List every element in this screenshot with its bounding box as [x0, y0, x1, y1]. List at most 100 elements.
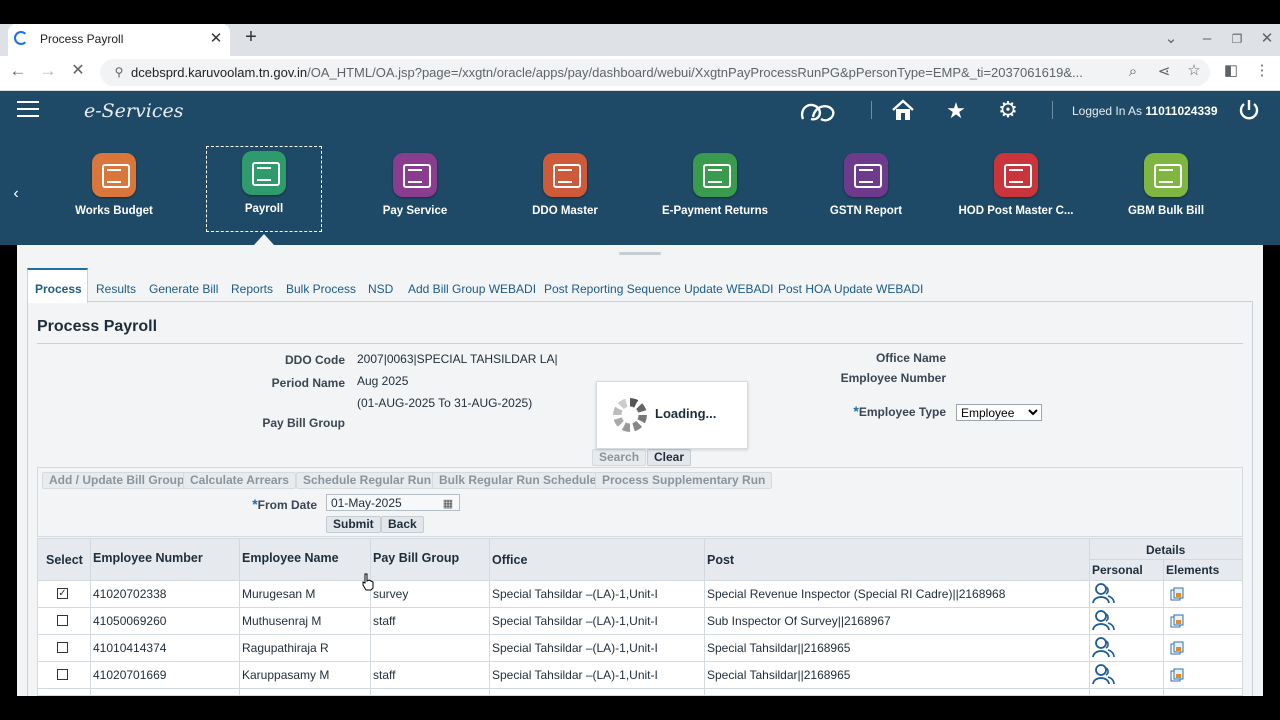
hamburger-menu-icon[interactable]: [17, 101, 39, 117]
url-text[interactable]: dcebsprd.karuvoolam.tn.gov.in/OA_HTML/OA…: [131, 65, 1116, 80]
hand-cursor-icon: [362, 573, 374, 591]
launcher-prev-icon[interactable]: ‹: [7, 186, 25, 202]
minimize-icon[interactable]: –: [1198, 31, 1216, 47]
cell-pay-bill-group: survey: [373, 587, 409, 601]
restore-icon[interactable]: ❐: [1228, 31, 1246, 47]
cell-employee-name: Karuppasamy M: [242, 668, 330, 682]
col-details: Details: [1146, 543, 1186, 557]
tile-gbm-bulk-bill[interactable]: GBM Bulk Bill: [1106, 150, 1226, 230]
header-divider: [871, 101, 872, 119]
cell-office: Special Tahsildar –(LA)-1,Unit-I: [492, 614, 658, 628]
col-post[interactable]: Post: [707, 553, 734, 567]
tile-ddo-master[interactable]: DDO Master: [505, 150, 625, 230]
favorites-star-icon[interactable]: ★: [942, 98, 970, 124]
calendar-icon[interactable]: ▦: [441, 496, 455, 512]
title-divider: [37, 343, 1243, 344]
row-select-checkbox[interactable]: [57, 642, 68, 653]
close-tab-icon[interactable]: ✕: [207, 31, 225, 47]
back-button[interactable]: Back: [381, 516, 424, 533]
panel-drag-handle[interactable]: [619, 252, 661, 255]
new-tab-icon[interactable]: +: [242, 27, 260, 47]
tile-gstn-report[interactable]: GSTN Report: [806, 150, 926, 230]
personal-details-icon[interactable]: [1091, 636, 1115, 658]
search-button[interactable]: Search: [592, 449, 647, 466]
tile-hod-post-master[interactable]: HOD Post Master C...: [956, 150, 1076, 230]
from-date-input[interactable]: 01-May-2025: [326, 494, 460, 511]
page-title: Process Payroll: [37, 318, 158, 335]
cell-post: Sub Inspector Of Survey||2168967: [707, 614, 891, 628]
tab-results[interactable]: Results: [96, 282, 136, 296]
close-window-icon[interactable]: ✕: [1258, 31, 1276, 47]
forward-icon[interactable]: →: [39, 62, 57, 79]
personal-details-icon[interactable]: [1091, 663, 1115, 685]
calculate-arrears-button[interactable]: Calculate Arrears: [183, 472, 296, 489]
tile-works-budget[interactable]: Works Budget: [54, 150, 174, 230]
side-panel-icon[interactable]: ◧: [1222, 63, 1240, 79]
row-select-checkbox[interactable]: [57, 615, 68, 626]
process-supplementary-run-button[interactable]: Process Supplementary Run: [595, 472, 773, 489]
menu-kebab-icon[interactable]: ⋮: [1253, 63, 1271, 79]
col-divider: [239, 539, 240, 696]
tab-process[interactable]: Process: [35, 282, 82, 296]
col-employee-number[interactable]: Employee Number: [93, 551, 203, 565]
cell-employee-name: Murugesan M: [242, 587, 316, 601]
tab-add-bill-group-webadi[interactable]: Add Bill Group WEBADI: [408, 282, 536, 296]
tab-search-icon[interactable]: ⌄: [1162, 31, 1180, 47]
col-personal: Personal: [1092, 563, 1143, 577]
col-select: Select: [46, 553, 83, 567]
share-icon[interactable]: ⋖: [1155, 64, 1173, 80]
tab-post-hoa-update[interactable]: Post HOA Update WEBADI: [778, 282, 923, 296]
row-select-checkbox[interactable]: [57, 669, 68, 680]
loading-favicon-icon: [14, 31, 28, 45]
col-divider: [1089, 539, 1090, 696]
stop-icon[interactable]: ✕: [69, 63, 87, 79]
tab-reports[interactable]: Reports: [231, 282, 273, 296]
row-divider: [38, 634, 1242, 635]
period-name-label: Period Name: [271, 376, 345, 390]
site-info-icon[interactable]: ⚲: [110, 64, 128, 80]
submit-button[interactable]: Submit: [326, 516, 381, 533]
elements-details-icon[interactable]: [1170, 668, 1184, 682]
zoom-icon[interactable]: ⌕: [1124, 64, 1142, 80]
ddo-code-label: DDO Code: [285, 353, 345, 367]
tab-post-reporting-sequence[interactable]: Post Reporting Sequence Update WEBADI: [544, 282, 773, 296]
back-icon[interactable]: ←: [9, 62, 27, 79]
bulk-regular-run-schedule-button[interactable]: Bulk Regular Run Schedule: [432, 472, 604, 489]
ddo-master-icon: [543, 153, 587, 197]
settings-gear-icon[interactable]: ⚙: [994, 97, 1022, 123]
tile-e-payment-returns[interactable]: E-Payment Returns: [655, 150, 775, 230]
tile-payroll[interactable]: Payroll: [204, 148, 324, 228]
personal-details-icon[interactable]: [1091, 609, 1115, 631]
gbm-bulk-bill-icon: [1144, 153, 1188, 197]
employee-type-select[interactable]: Employee: [956, 404, 1042, 421]
row-divider: [38, 580, 1242, 581]
clear-button[interactable]: Clear: [647, 449, 692, 466]
elements-details-icon[interactable]: [1170, 641, 1184, 655]
cell-employee-number: 41010414374: [93, 641, 167, 655]
schedule-regular-run-button[interactable]: Schedule Regular Run: [296, 472, 439, 489]
col-office[interactable]: Office: [492, 553, 527, 567]
elements-details-icon[interactable]: [1170, 587, 1184, 601]
logged-in-status: Logged In As 11011024339: [1072, 104, 1218, 118]
bookmark-star-icon[interactable]: ☆: [1185, 63, 1203, 79]
add-update-bill-group-button[interactable]: Add / Update Bill Group: [42, 472, 192, 489]
col-pay-bill-group[interactable]: Pay Bill Group: [373, 551, 459, 565]
home-icon[interactable]: [891, 99, 915, 121]
screen-bottom-bar: [0, 696, 1280, 720]
cell-post: Special Tahsildar||2168965: [707, 641, 851, 655]
tile-pay-service[interactable]: Pay Service: [355, 150, 475, 230]
row-divider: [38, 607, 1242, 608]
tab-nsd[interactable]: NSD: [368, 282, 393, 296]
row-select-checkbox[interactable]: ✓: [57, 588, 68, 599]
personal-details-icon[interactable]: [1091, 582, 1115, 604]
tab-bulk-process[interactable]: Bulk Process: [286, 282, 356, 296]
pay-service-icon: [393, 153, 437, 197]
cell-employee-number: 41050069260: [93, 614, 167, 628]
cell-post: Special Tahsildar||2168965: [707, 668, 851, 682]
tab-generate-bill[interactable]: Generate Bill: [149, 282, 218, 296]
col-employee-name[interactable]: Employee Name: [242, 551, 339, 565]
col-divider: [370, 539, 371, 696]
hod-post-master-icon: [994, 153, 1038, 197]
power-logout-icon[interactable]: [1238, 99, 1260, 121]
elements-details-icon[interactable]: [1170, 614, 1184, 628]
